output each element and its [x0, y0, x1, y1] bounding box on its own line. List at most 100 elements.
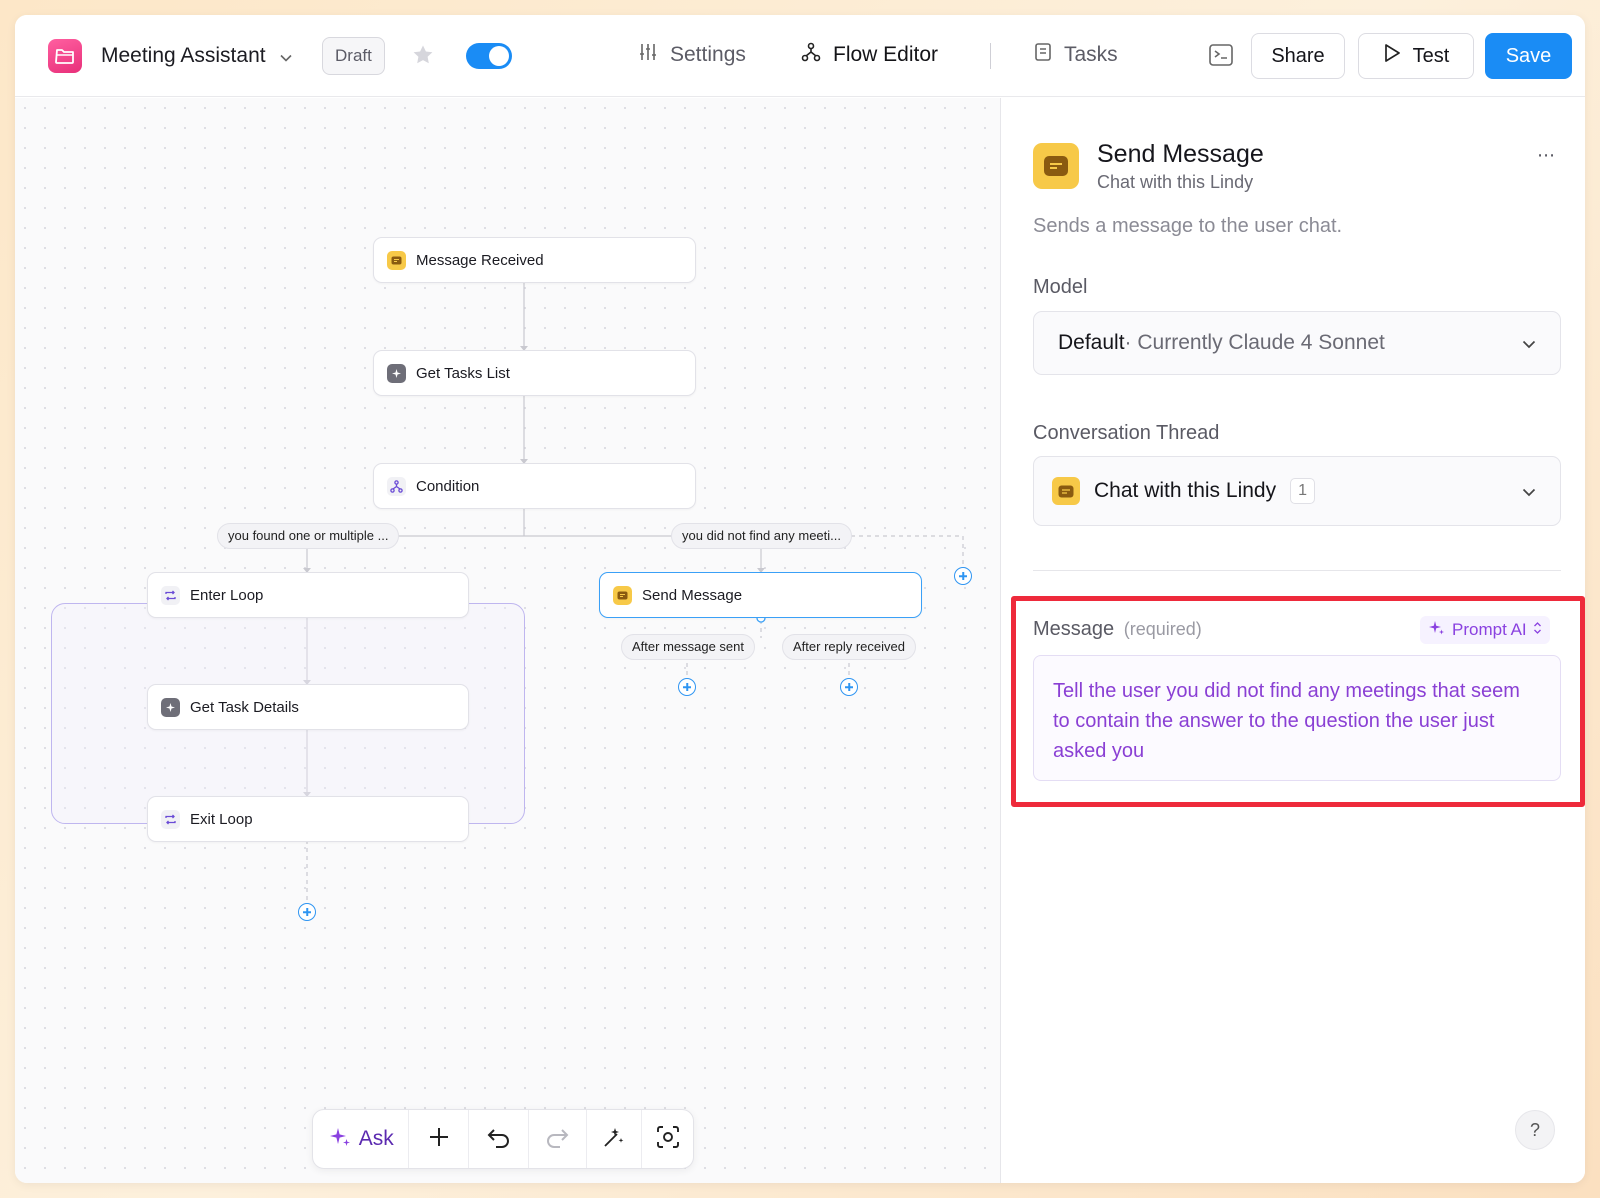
prompt-ai-label: Prompt AI [1452, 620, 1527, 639]
tab-flow-editor[interactable]: Flow Editor [801, 42, 938, 68]
help-button[interactable]: ? [1515, 1110, 1555, 1150]
flow-icon [801, 42, 821, 68]
more-options-icon[interactable]: ⋯ [1537, 145, 1555, 166]
magic-wand-icon [601, 1124, 627, 1155]
model-label: Model [1033, 276, 1088, 298]
toggle-knob [489, 46, 509, 66]
chevron-updown-icon [1533, 620, 1542, 640]
chevron-down-icon [1522, 479, 1536, 503]
loop-icon [161, 585, 180, 605]
save-label: Save [1505, 44, 1552, 67]
terminal-icon[interactable] [1208, 43, 1234, 72]
chat-icon [613, 585, 632, 605]
sparkle-icon [161, 697, 180, 717]
add-node-button[interactable] [409, 1110, 470, 1168]
thread-label: Conversation Thread [1033, 422, 1220, 444]
chat-trigger-icon [387, 250, 406, 270]
sparkles-icon [328, 1125, 352, 1154]
share-button[interactable]: Share [1251, 33, 1345, 79]
thread-select[interactable]: Chat with this Lindy 1 [1033, 456, 1561, 526]
undo-icon [486, 1125, 512, 1154]
message-label: Message [1033, 618, 1115, 640]
branch-found-label[interactable]: you found one or multiple ... [217, 523, 400, 549]
node-label: Get Tasks List [416, 364, 510, 382]
node-label: Exit Loop [190, 810, 253, 828]
output-after-sent-label[interactable]: After message sent [621, 634, 755, 660]
star-icon[interactable] [411, 43, 435, 72]
message-field-label: Message (required) [1033, 618, 1202, 641]
node-label: Get Task Details [190, 698, 299, 716]
node-get-tasks-list[interactable]: Get Tasks List [373, 350, 696, 396]
ask-button[interactable]: Ask [313, 1110, 410, 1168]
redo-button[interactable] [529, 1110, 587, 1168]
node-send-message[interactable]: Send Message [599, 572, 922, 618]
add-step-icon[interactable] [678, 678, 696, 696]
redo-icon [544, 1125, 570, 1154]
tab-settings-label: Settings [670, 43, 746, 66]
tab-tasks[interactable]: Tasks [1034, 42, 1118, 68]
tab-settings[interactable]: Settings [638, 42, 746, 68]
node-enter-loop[interactable]: Enter Loop [147, 572, 469, 618]
node-message-received[interactable]: Message Received [373, 237, 696, 283]
branch-icon [387, 476, 406, 496]
top-bar: Meeting Assistant Draft Settings Flow Ed… [15, 15, 1585, 97]
node-label: Condition [416, 477, 480, 495]
auto-layout-button[interactable] [587, 1110, 643, 1168]
chevron-down-icon [280, 44, 292, 68]
thread-value: Chat with this Lindy [1094, 479, 1277, 502]
app-window: Meeting Assistant Draft Settings Flow Ed… [15, 15, 1585, 1183]
test-label: Test [1412, 44, 1450, 67]
chat-icon [1052, 477, 1080, 505]
node-label: Message Received [416, 251, 544, 269]
agent-name-dropdown[interactable]: Meeting Assistant [101, 44, 292, 68]
required-tag: (required) [1123, 619, 1202, 639]
add-branch-icon[interactable] [954, 567, 972, 585]
node-condition[interactable]: Condition [373, 463, 696, 509]
branch-not-found-label[interactable]: you did not find any meeti... [671, 523, 852, 549]
model-value-strong: Default [1058, 331, 1125, 354]
help-label: ? [1529, 1119, 1540, 1140]
sparkles-icon [1428, 619, 1446, 642]
sliders-icon [638, 42, 658, 68]
panel-subtitle: Chat with this Lindy [1097, 172, 1254, 192]
active-toggle[interactable] [466, 43, 512, 69]
node-exit-loop[interactable]: Exit Loop [147, 796, 469, 842]
chevron-down-icon [1522, 331, 1536, 355]
node-label: Enter Loop [190, 586, 264, 604]
canvas-toolbar: Ask [312, 1109, 694, 1169]
thread-count-badge: 1 [1290, 478, 1315, 504]
fit-view-button[interactable] [642, 1110, 693, 1168]
tab-tasks-label: Tasks [1064, 43, 1118, 66]
play-icon [1383, 43, 1401, 69]
node-get-task-details[interactable]: Get Task Details [147, 684, 469, 730]
flow-canvas[interactable]: Message Received Get Tasks List Conditio… [15, 98, 1001, 1183]
nav-divider [990, 43, 991, 69]
chat-icon [1033, 143, 1079, 189]
output-after-reply-label[interactable]: After reply received [782, 634, 916, 660]
undo-button[interactable] [469, 1110, 529, 1168]
message-textarea[interactable]: Tell the user you did not find any meeti… [1033, 655, 1561, 781]
tab-flow-editor-label: Flow Editor [833, 43, 939, 66]
document-icon [1034, 42, 1052, 68]
save-button[interactable]: Save [1485, 33, 1572, 79]
plus-icon [427, 1125, 451, 1154]
prompt-ai-mode-select[interactable]: Prompt AI [1420, 616, 1550, 644]
node-label: Send Message [642, 586, 743, 604]
folder-icon[interactable] [48, 39, 82, 73]
loop-icon [161, 809, 180, 829]
add-step-icon[interactable] [840, 678, 858, 696]
focus-icon [655, 1124, 681, 1155]
panel-title: Send Message [1097, 140, 1264, 168]
ask-label: Ask [358, 1127, 394, 1150]
panel-description: Sends a message to the user chat. [1033, 215, 1343, 237]
share-label: Share [1271, 44, 1325, 67]
model-select[interactable]: Default · Currently Claude 4 Sonnet [1033, 311, 1561, 375]
status-badge: Draft [322, 37, 385, 75]
divider [1033, 570, 1561, 571]
sparkle-icon [387, 363, 406, 383]
model-value-rest: · Currently Claude 4 Sonnet [1124, 331, 1385, 354]
step-config-panel: Send Message Chat with this Lindy ⋯ Send… [1002, 98, 1585, 1183]
add-step-icon[interactable] [298, 903, 316, 921]
test-button[interactable]: Test [1358, 33, 1474, 79]
message-text: Tell the user you did not find any meeti… [1053, 680, 1520, 762]
